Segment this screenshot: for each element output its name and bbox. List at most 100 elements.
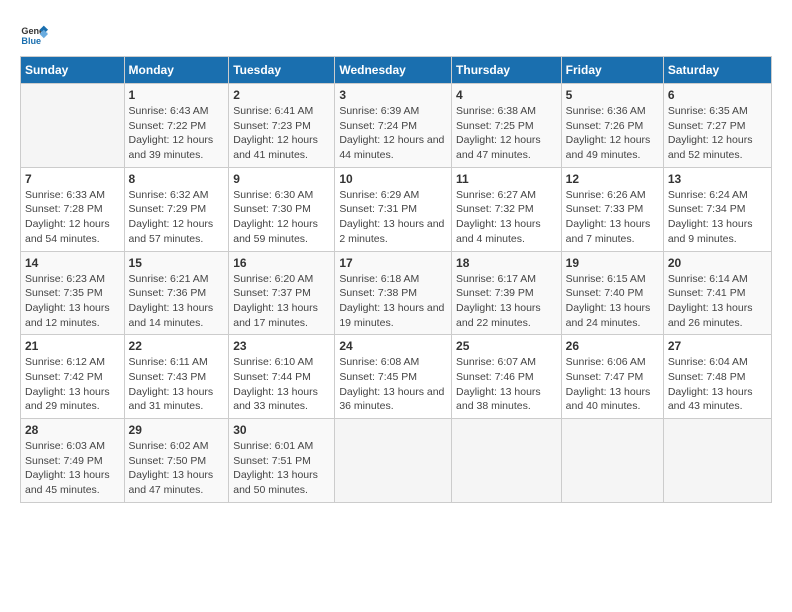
day-cell: 11 Sunrise: 6:27 AMSunset: 7:32 PMDaylig… <box>452 167 562 251</box>
day-number: 28 <box>25 423 120 437</box>
day-cell: 5 Sunrise: 6:36 AMSunset: 7:26 PMDayligh… <box>561 84 663 168</box>
day-detail: Sunrise: 6:10 AMSunset: 7:44 PMDaylight:… <box>233 355 330 414</box>
day-cell: 23 Sunrise: 6:10 AMSunset: 7:44 PMDaylig… <box>229 335 335 419</box>
day-number: 16 <box>233 256 330 270</box>
header-cell-thursday: Thursday <box>452 57 562 84</box>
day-number: 25 <box>456 339 557 353</box>
day-number: 11 <box>456 172 557 186</box>
day-detail: Sunrise: 6:06 AMSunset: 7:47 PMDaylight:… <box>566 355 659 414</box>
day-cell: 15 Sunrise: 6:21 AMSunset: 7:36 PMDaylig… <box>124 251 229 335</box>
day-cell: 12 Sunrise: 6:26 AMSunset: 7:33 PMDaylig… <box>561 167 663 251</box>
day-number: 18 <box>456 256 557 270</box>
day-number: 2 <box>233 88 330 102</box>
day-detail: Sunrise: 6:02 AMSunset: 7:50 PMDaylight:… <box>129 439 225 498</box>
day-cell: 10 Sunrise: 6:29 AMSunset: 7:31 PMDaylig… <box>335 167 452 251</box>
day-cell: 6 Sunrise: 6:35 AMSunset: 7:27 PMDayligh… <box>663 84 771 168</box>
day-number: 15 <box>129 256 225 270</box>
day-number: 7 <box>25 172 120 186</box>
day-detail: Sunrise: 6:35 AMSunset: 7:27 PMDaylight:… <box>668 104 767 163</box>
day-cell: 29 Sunrise: 6:02 AMSunset: 7:50 PMDaylig… <box>124 419 229 503</box>
week-row-2: 7 Sunrise: 6:33 AMSunset: 7:28 PMDayligh… <box>21 167 772 251</box>
day-detail: Sunrise: 6:18 AMSunset: 7:38 PMDaylight:… <box>339 272 447 331</box>
day-detail: Sunrise: 6:14 AMSunset: 7:41 PMDaylight:… <box>668 272 767 331</box>
day-number: 19 <box>566 256 659 270</box>
day-detail: Sunrise: 6:01 AMSunset: 7:51 PMDaylight:… <box>233 439 330 498</box>
day-cell: 9 Sunrise: 6:30 AMSunset: 7:30 PMDayligh… <box>229 167 335 251</box>
week-row-3: 14 Sunrise: 6:23 AMSunset: 7:35 PMDaylig… <box>21 251 772 335</box>
day-cell <box>335 419 452 503</box>
day-cell <box>663 419 771 503</box>
day-cell: 18 Sunrise: 6:17 AMSunset: 7:39 PMDaylig… <box>452 251 562 335</box>
header-cell-friday: Friday <box>561 57 663 84</box>
day-detail: Sunrise: 6:33 AMSunset: 7:28 PMDaylight:… <box>25 188 120 247</box>
svg-text:Blue: Blue <box>21 36 41 46</box>
day-cell: 8 Sunrise: 6:32 AMSunset: 7:29 PMDayligh… <box>124 167 229 251</box>
day-detail: Sunrise: 6:26 AMSunset: 7:33 PMDaylight:… <box>566 188 659 247</box>
day-cell: 27 Sunrise: 6:04 AMSunset: 7:48 PMDaylig… <box>663 335 771 419</box>
day-number: 20 <box>668 256 767 270</box>
day-detail: Sunrise: 6:21 AMSunset: 7:36 PMDaylight:… <box>129 272 225 331</box>
day-detail: Sunrise: 6:36 AMSunset: 7:26 PMDaylight:… <box>566 104 659 163</box>
day-cell: 4 Sunrise: 6:38 AMSunset: 7:25 PMDayligh… <box>452 84 562 168</box>
header-cell-tuesday: Tuesday <box>229 57 335 84</box>
day-detail: Sunrise: 6:43 AMSunset: 7:22 PMDaylight:… <box>129 104 225 163</box>
day-number: 26 <box>566 339 659 353</box>
day-number: 21 <box>25 339 120 353</box>
week-row-5: 28 Sunrise: 6:03 AMSunset: 7:49 PMDaylig… <box>21 419 772 503</box>
day-cell <box>561 419 663 503</box>
week-row-4: 21 Sunrise: 6:12 AMSunset: 7:42 PMDaylig… <box>21 335 772 419</box>
day-cell: 22 Sunrise: 6:11 AMSunset: 7:43 PMDaylig… <box>124 335 229 419</box>
day-number: 1 <box>129 88 225 102</box>
header-cell-monday: Monday <box>124 57 229 84</box>
day-cell: 20 Sunrise: 6:14 AMSunset: 7:41 PMDaylig… <box>663 251 771 335</box>
day-detail: Sunrise: 6:03 AMSunset: 7:49 PMDaylight:… <box>25 439 120 498</box>
day-cell <box>21 84 125 168</box>
day-cell: 30 Sunrise: 6:01 AMSunset: 7:51 PMDaylig… <box>229 419 335 503</box>
day-cell: 1 Sunrise: 6:43 AMSunset: 7:22 PMDayligh… <box>124 84 229 168</box>
day-number: 23 <box>233 339 330 353</box>
day-number: 14 <box>25 256 120 270</box>
day-cell: 25 Sunrise: 6:07 AMSunset: 7:46 PMDaylig… <box>452 335 562 419</box>
day-detail: Sunrise: 6:29 AMSunset: 7:31 PMDaylight:… <box>339 188 447 247</box>
day-detail: Sunrise: 6:27 AMSunset: 7:32 PMDaylight:… <box>456 188 557 247</box>
day-cell: 17 Sunrise: 6:18 AMSunset: 7:38 PMDaylig… <box>335 251 452 335</box>
day-detail: Sunrise: 6:08 AMSunset: 7:45 PMDaylight:… <box>339 355 447 414</box>
day-detail: Sunrise: 6:24 AMSunset: 7:34 PMDaylight:… <box>668 188 767 247</box>
header-cell-wednesday: Wednesday <box>335 57 452 84</box>
day-number: 10 <box>339 172 447 186</box>
day-cell: 26 Sunrise: 6:06 AMSunset: 7:47 PMDaylig… <box>561 335 663 419</box>
day-cell: 24 Sunrise: 6:08 AMSunset: 7:45 PMDaylig… <box>335 335 452 419</box>
day-number: 6 <box>668 88 767 102</box>
day-cell: 14 Sunrise: 6:23 AMSunset: 7:35 PMDaylig… <box>21 251 125 335</box>
day-number: 24 <box>339 339 447 353</box>
day-detail: Sunrise: 6:41 AMSunset: 7:23 PMDaylight:… <box>233 104 330 163</box>
day-detail: Sunrise: 6:11 AMSunset: 7:43 PMDaylight:… <box>129 355 225 414</box>
day-detail: Sunrise: 6:04 AMSunset: 7:48 PMDaylight:… <box>668 355 767 414</box>
header-cell-sunday: Sunday <box>21 57 125 84</box>
day-number: 5 <box>566 88 659 102</box>
day-detail: Sunrise: 6:20 AMSunset: 7:37 PMDaylight:… <box>233 272 330 331</box>
day-cell: 3 Sunrise: 6:39 AMSunset: 7:24 PMDayligh… <box>335 84 452 168</box>
header-row: SundayMondayTuesdayWednesdayThursdayFrid… <box>21 57 772 84</box>
day-number: 8 <box>129 172 225 186</box>
day-number: 30 <box>233 423 330 437</box>
day-detail: Sunrise: 6:23 AMSunset: 7:35 PMDaylight:… <box>25 272 120 331</box>
day-cell: 2 Sunrise: 6:41 AMSunset: 7:23 PMDayligh… <box>229 84 335 168</box>
day-detail: Sunrise: 6:17 AMSunset: 7:39 PMDaylight:… <box>456 272 557 331</box>
logo: General Blue <box>20 20 48 48</box>
day-number: 4 <box>456 88 557 102</box>
logo-icon: General Blue <box>20 20 48 48</box>
day-cell: 16 Sunrise: 6:20 AMSunset: 7:37 PMDaylig… <box>229 251 335 335</box>
day-detail: Sunrise: 6:15 AMSunset: 7:40 PMDaylight:… <box>566 272 659 331</box>
day-detail: Sunrise: 6:30 AMSunset: 7:30 PMDaylight:… <box>233 188 330 247</box>
page-header: General Blue <box>20 20 772 48</box>
day-number: 9 <box>233 172 330 186</box>
week-row-1: 1 Sunrise: 6:43 AMSunset: 7:22 PMDayligh… <box>21 84 772 168</box>
day-detail: Sunrise: 6:32 AMSunset: 7:29 PMDaylight:… <box>129 188 225 247</box>
day-number: 22 <box>129 339 225 353</box>
day-cell: 28 Sunrise: 6:03 AMSunset: 7:49 PMDaylig… <box>21 419 125 503</box>
header-cell-saturday: Saturday <box>663 57 771 84</box>
day-detail: Sunrise: 6:39 AMSunset: 7:24 PMDaylight:… <box>339 104 447 163</box>
day-number: 29 <box>129 423 225 437</box>
calendar-table: SundayMondayTuesdayWednesdayThursdayFrid… <box>20 56 772 503</box>
